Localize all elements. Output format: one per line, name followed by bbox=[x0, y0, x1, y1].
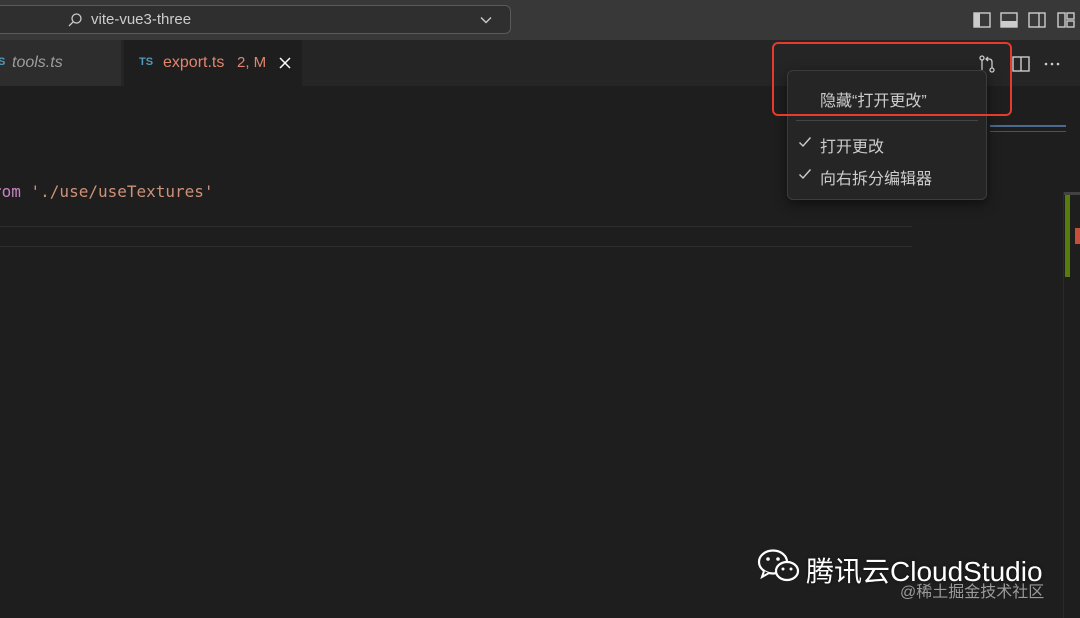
editor-divider bbox=[0, 226, 912, 227]
toggle-secondary-sidebar-icon[interactable] bbox=[1027, 10, 1047, 30]
customize-layout-icon[interactable] bbox=[1056, 10, 1076, 30]
menu-separator bbox=[796, 120, 978, 121]
wechat-icon bbox=[757, 549, 800, 582]
ts-file-icon: TS bbox=[139, 56, 154, 68]
ruler-error-mark bbox=[1075, 228, 1080, 244]
title-bar: vite-vue3-three bbox=[0, 0, 1080, 40]
ruler-change-mark bbox=[1065, 195, 1070, 277]
check-icon bbox=[799, 169, 812, 180]
ts-file-icon: S bbox=[0, 56, 6, 68]
tab-export-ts[interactable]: TS export.ts 2, M bbox=[124, 40, 302, 86]
editor-divider bbox=[0, 246, 912, 247]
code-keyword: rom bbox=[0, 182, 21, 201]
minimap-mark bbox=[990, 131, 1066, 132]
close-icon[interactable] bbox=[278, 56, 292, 70]
menu-item-label: 打开更改 bbox=[820, 139, 885, 156]
command-center[interactable]: vite-vue3-three bbox=[0, 5, 511, 34]
annotation-highlight bbox=[772, 42, 1012, 116]
toggle-primary-sidebar-icon[interactable] bbox=[972, 10, 992, 30]
tab-label: tools.ts bbox=[12, 54, 63, 71]
code-string: './use/useTextures' bbox=[30, 182, 214, 201]
split-editor-icon[interactable] bbox=[1011, 54, 1031, 74]
command-center-label: vite-vue3-three bbox=[91, 11, 192, 28]
more-actions-icon[interactable] bbox=[1042, 54, 1062, 74]
code-line: rom './use/useTextures' bbox=[0, 182, 214, 201]
tab-tools-ts[interactable]: S tools.ts bbox=[0, 40, 122, 86]
minimap-mark bbox=[990, 125, 1066, 127]
menu-item-open-changes[interactable]: 打开更改 bbox=[788, 129, 986, 157]
chevron-down-icon[interactable] bbox=[479, 13, 493, 27]
tab-label: export.ts bbox=[163, 54, 225, 71]
check-icon bbox=[799, 137, 812, 148]
toggle-panel-icon[interactable] bbox=[999, 10, 1019, 30]
watermark-credit: @稀土掘金技术社区 bbox=[900, 584, 1045, 601]
menu-item-split-editor-right[interactable]: 向右拆分编辑器 bbox=[788, 161, 986, 189]
vscode-window: vite-vue3-three S tools.ts TS export.ts … bbox=[0, 0, 1080, 618]
tab-problem-status: 2, M bbox=[237, 54, 267, 71]
menu-item-label: 向右拆分编辑器 bbox=[820, 171, 933, 188]
search-icon bbox=[68, 13, 82, 27]
